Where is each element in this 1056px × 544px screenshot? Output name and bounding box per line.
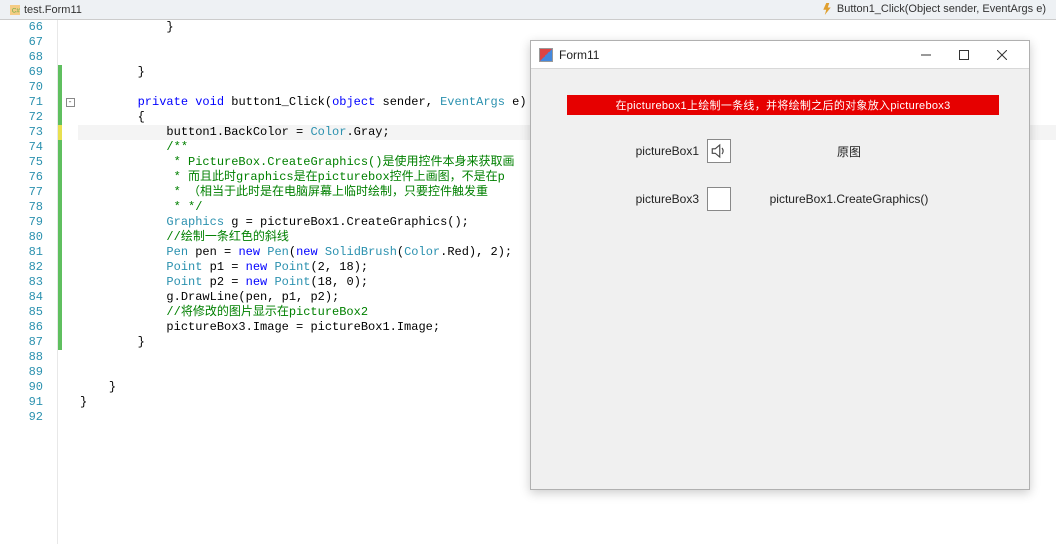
code-line[interactable]: }: [78, 20, 1056, 35]
document-tabs-bar: C# test.Form11 Button1_Click(Object send…: [0, 0, 1056, 20]
fold-toggle[interactable]: -: [66, 98, 75, 107]
line-number: 81: [0, 245, 43, 260]
minimize-button[interactable]: [907, 43, 945, 67]
maximize-button[interactable]: [945, 43, 983, 67]
line-number: 73: [0, 125, 43, 140]
method-selector-label: Button1_Click(Object sender, EventArgs e…: [837, 3, 1046, 15]
document-tab-label: test.Form11: [24, 4, 82, 16]
svg-text:C#: C#: [12, 7, 20, 14]
line-number: 84: [0, 290, 43, 305]
close-button[interactable]: [983, 43, 1021, 67]
maximize-icon: [959, 50, 969, 60]
create-graphics-label: pictureBox1.CreateGraphics(): [769, 192, 929, 206]
line-number: 89: [0, 365, 43, 380]
line-number: 88: [0, 350, 43, 365]
picturebox3-label: pictureBox3: [617, 192, 699, 206]
line-number: 83: [0, 275, 43, 290]
line-number: 78: [0, 200, 43, 215]
line-number: 92: [0, 410, 43, 425]
line-number: 75: [0, 155, 43, 170]
line-number: 82: [0, 260, 43, 275]
line-number: 90: [0, 380, 43, 395]
line-number: 66: [0, 20, 43, 35]
line-number: 67: [0, 35, 43, 50]
csharp-file-icon: C#: [10, 5, 20, 15]
minimize-icon: [921, 50, 931, 60]
line-number: 71: [0, 95, 43, 110]
running-form-window[interactable]: Form11 在picturebox1上绘制一条线，并将绘制之后的对象放入pic…: [530, 40, 1030, 490]
line-number: 72: [0, 110, 43, 125]
line-number: 86: [0, 320, 43, 335]
line-number: 77: [0, 185, 43, 200]
picturebox1-row: pictureBox1 原图: [531, 139, 1029, 163]
line-number: 76: [0, 170, 43, 185]
line-number: 87: [0, 335, 43, 350]
line-number: 80: [0, 230, 43, 245]
line-number: 91: [0, 395, 43, 410]
code-folding-column: -: [62, 20, 78, 544]
picturebox3-row: pictureBox3 pictureBox1.CreateGraphics(): [531, 187, 1029, 211]
picturebox1[interactable]: [707, 139, 731, 163]
line-number-gutter: 6667686970717273747576777879808182838485…: [0, 20, 58, 544]
picturebox1-label: pictureBox1: [617, 144, 699, 158]
original-image-label: 原图: [769, 143, 929, 160]
picturebox3[interactable]: [707, 187, 731, 211]
speaker-icon: [710, 142, 728, 160]
line-number: 74: [0, 140, 43, 155]
banner-button[interactable]: 在picturebox1上绘制一条线，并将绘制之后的对象放入picturebox…: [567, 95, 999, 115]
close-icon: [997, 50, 1007, 60]
method-selector[interactable]: Button1_Click(Object sender, EventArgs e…: [821, 0, 1046, 18]
line-number: 79: [0, 215, 43, 230]
window-titlebar[interactable]: Form11: [531, 41, 1029, 69]
line-number: 85: [0, 305, 43, 320]
app-icon: [539, 48, 553, 62]
document-tab[interactable]: C# test.Form11: [4, 2, 88, 18]
bolt-icon: [821, 3, 833, 15]
window-title: Form11: [559, 48, 907, 62]
line-number: 70: [0, 80, 43, 95]
line-number: 69: [0, 65, 43, 80]
line-number: 68: [0, 50, 43, 65]
